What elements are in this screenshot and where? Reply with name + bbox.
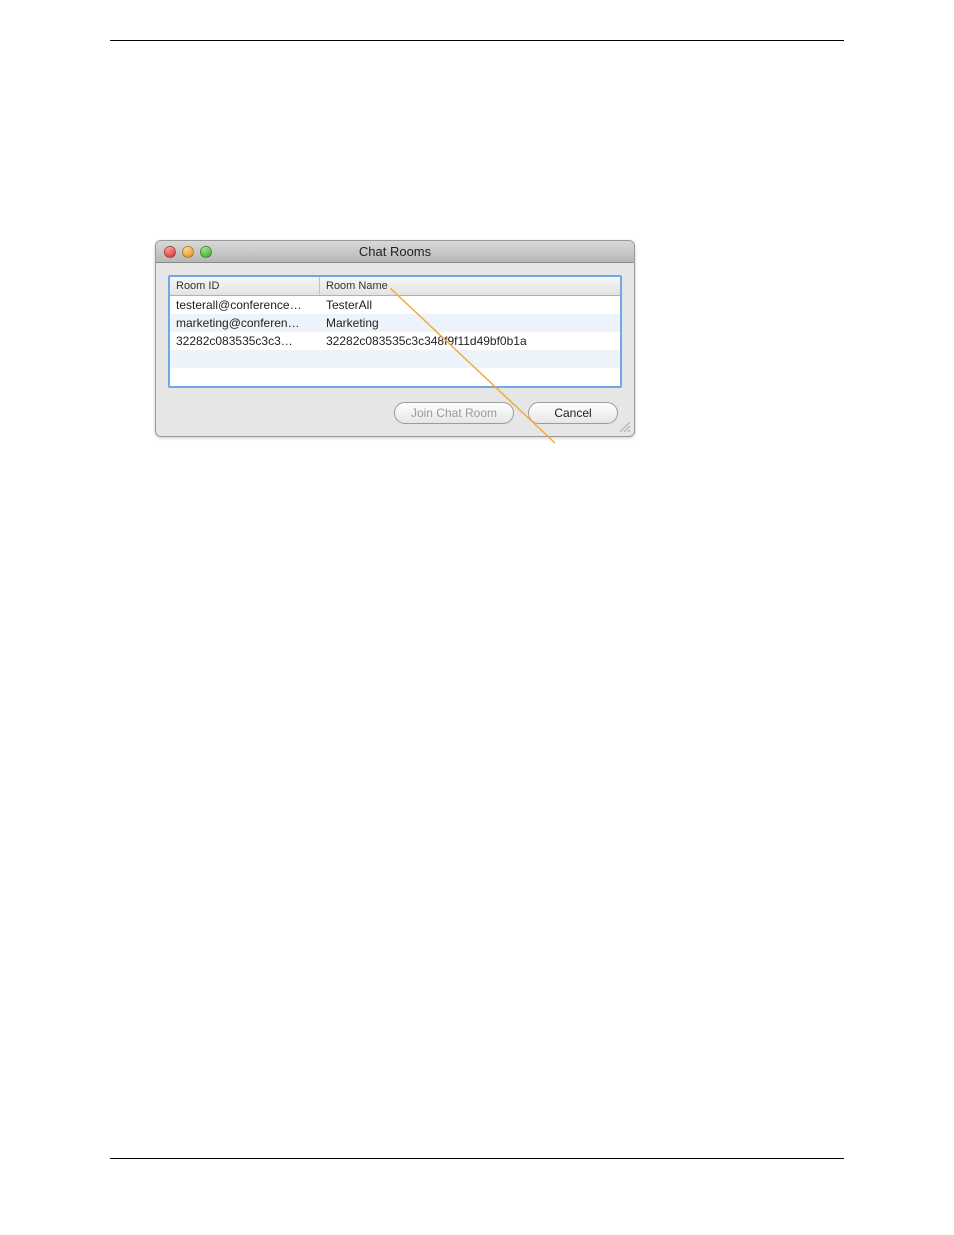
table-body: testerall@conference… TesterAll marketin…: [170, 296, 620, 386]
table-row[interactable]: [170, 350, 620, 368]
cell-room-name: Marketing: [320, 315, 620, 331]
zoom-icon[interactable]: [200, 246, 212, 258]
table-row[interactable]: marketing@conferen… Marketing: [170, 314, 620, 332]
table-header-row: Room ID Room Name: [170, 277, 620, 296]
cell-room-name: [320, 358, 620, 360]
close-icon[interactable]: [164, 246, 176, 258]
cell-room-name: TesterAll: [320, 297, 620, 313]
cell-room-id: marketing@conferen…: [170, 315, 320, 331]
cell-room-id: [170, 358, 320, 360]
cell-room-name: [320, 376, 620, 378]
cell-room-name: 32282c083535c3c348f9f11d49bf0b1a: [320, 333, 620, 349]
column-header-room-name[interactable]: Room Name: [320, 277, 620, 295]
cancel-button[interactable]: Cancel: [528, 402, 618, 424]
window-controls: [156, 246, 212, 258]
cell-room-id: 32282c083535c3c3…: [170, 333, 320, 349]
rooms-table[interactable]: Room ID Room Name testerall@conference… …: [168, 275, 622, 388]
minimize-icon[interactable]: [182, 246, 194, 258]
table-row[interactable]: testerall@conference… TesterAll: [170, 296, 620, 314]
cell-room-id: testerall@conference…: [170, 297, 320, 313]
window-body: Room ID Room Name testerall@conference… …: [156, 263, 634, 436]
window-title: Chat Rooms: [156, 244, 634, 259]
column-header-room-id[interactable]: Room ID: [170, 277, 320, 295]
chat-rooms-window: Chat Rooms Room ID Room Name testerall@c…: [155, 240, 635, 437]
window-titlebar[interactable]: Chat Rooms: [156, 241, 634, 263]
page-top-rule: [110, 40, 844, 41]
resize-grip-icon[interactable]: [617, 419, 631, 433]
table-row[interactable]: 32282c083535c3c3… 32282c083535c3c348f9f1…: [170, 332, 620, 350]
cell-room-id: [170, 376, 320, 378]
dialog-button-row: Join Chat Room Cancel: [168, 388, 622, 426]
table-row[interactable]: [170, 368, 620, 386]
join-chat-room-button[interactable]: Join Chat Room: [394, 402, 514, 424]
page-bottom-rule: [110, 1158, 844, 1159]
